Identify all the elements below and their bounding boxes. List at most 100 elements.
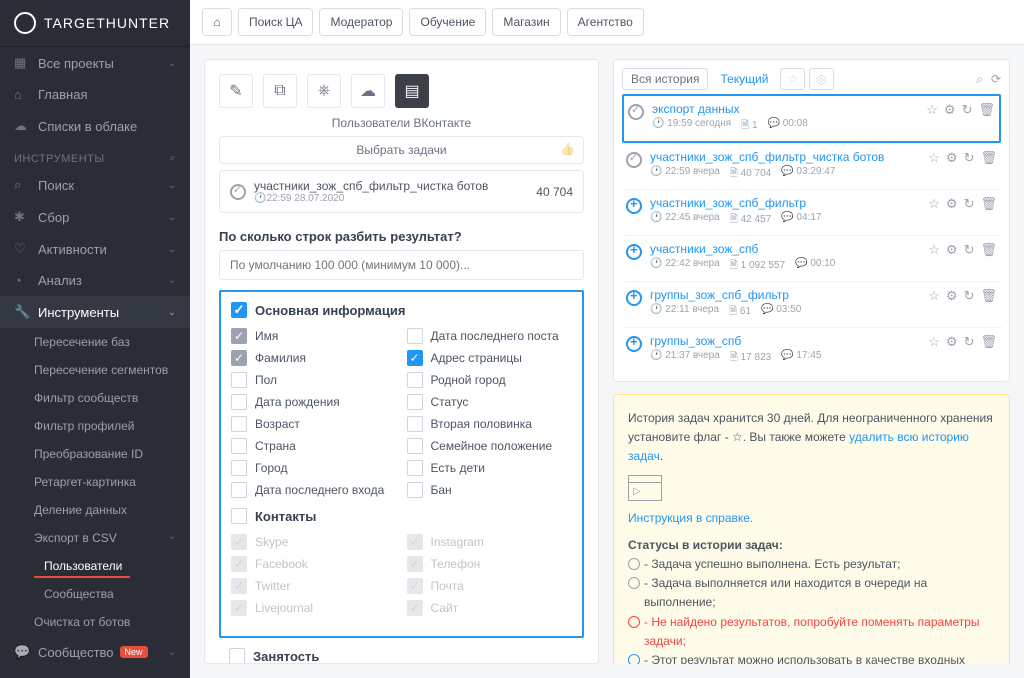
- opt-name[interactable]: ✓Имя: [231, 328, 397, 344]
- copy-icon[interactable]: ⧉: [263, 74, 297, 108]
- tab-shop[interactable]: Магазин: [492, 8, 560, 36]
- trash-icon[interactable]: 🗑: [978, 102, 995, 118]
- opt-lj[interactable]: ✓Livejournal: [231, 600, 397, 616]
- opt-birthday[interactable]: Дата рождения: [231, 394, 397, 410]
- opt-status[interactable]: Статус: [407, 394, 573, 410]
- opt-twitter[interactable]: ✓Twitter: [231, 578, 397, 594]
- refresh-icon[interactable]: ↻: [964, 150, 975, 166]
- opt-country[interactable]: Страна: [231, 438, 397, 454]
- nav-activity[interactable]: ♡Активности⌄: [0, 233, 190, 265]
- refresh-icon[interactable]: ↻: [964, 242, 975, 258]
- select-tasks-button[interactable]: Выбрать задачи 👍: [219, 136, 584, 164]
- settings-icon[interactable]: ⚙: [946, 242, 958, 258]
- refresh-icon[interactable]: ↻: [964, 288, 975, 304]
- checkbox-group[interactable]: [231, 508, 247, 524]
- opt-instagram[interactable]: ✓Instagram: [407, 534, 573, 550]
- link-instructions[interactable]: Инструкция в справке.: [628, 511, 753, 525]
- refresh-icon[interactable]: ↻: [964, 334, 975, 350]
- nav-analysis[interactable]: ◔Анализ⌄: [0, 265, 190, 296]
- nav-projects[interactable]: ▦ Все проекты ⌄: [0, 47, 190, 79]
- refresh-icon[interactable]: ↻: [962, 102, 973, 118]
- sub-filter-profiles[interactable]: Фильтр профилей: [0, 412, 190, 440]
- opt-site[interactable]: ✓Сайт: [407, 600, 573, 616]
- opt-url[interactable]: ✓Адрес страницы: [407, 350, 573, 366]
- nav-community[interactable]: 💬СообществоNew⌄: [0, 636, 190, 668]
- history-item[interactable]: группы_зож_спб_фильтр 🕐 22:11 вчера🗎 61💬…: [622, 281, 1001, 327]
- search-icon[interactable]: ⌕: [976, 72, 983, 87]
- opt-age[interactable]: Возраст: [231, 416, 397, 432]
- edit-icon[interactable]: ✎: [219, 74, 253, 108]
- opt-hometown[interactable]: Родной город: [407, 372, 573, 388]
- refresh-icon[interactable]: ⟳: [991, 72, 1001, 87]
- history-item[interactable]: экспорт данных 🕐 19:59 сегодня🗎 1💬 00:08…: [622, 94, 1001, 143]
- trash-icon[interactable]: 🗑: [980, 150, 997, 166]
- search-icon[interactable]: ⌕: [169, 152, 176, 165]
- settings-icon[interactable]: ⚙: [946, 288, 958, 304]
- star-icon[interactable]: ☆: [928, 196, 940, 212]
- opt-children[interactable]: Есть дети: [407, 460, 573, 476]
- sub-bot-clean[interactable]: Очистка от ботов: [0, 608, 190, 636]
- settings-icon[interactable]: ⚙: [944, 102, 956, 118]
- settings-icon[interactable]: ⚙: [946, 196, 958, 212]
- history-item[interactable]: участники_зож_спб 🕐 22:42 вчера🗎 1 092 5…: [622, 235, 1001, 281]
- tab-search-audience[interactable]: Поиск ЦА: [238, 8, 313, 36]
- opt-email[interactable]: ✓Почта: [407, 578, 573, 594]
- opt-surname[interactable]: ✓Фамилия: [231, 350, 397, 366]
- pin-icon[interactable]: ⎈: [307, 74, 341, 108]
- star-icon[interactable]: ☆: [928, 334, 940, 350]
- tab-current[interactable]: Текущий: [712, 69, 776, 89]
- sub-users[interactable]: Пользователи: [0, 552, 190, 580]
- opt-ban[interactable]: Бан: [407, 482, 573, 498]
- book-icon[interactable]: ▤: [395, 74, 429, 108]
- refresh-icon[interactable]: ↻: [964, 196, 975, 212]
- tab-moderator[interactable]: Модератор: [319, 8, 403, 36]
- target-filter[interactable]: ◎: [809, 68, 833, 90]
- sub-convert-id[interactable]: Преобразование ID: [0, 440, 190, 468]
- opt-facebook[interactable]: ✓Facebook: [231, 556, 397, 572]
- sub-retarget-pic[interactable]: Ретаргет-картинка: [0, 468, 190, 496]
- nav-collect[interactable]: ✱Сбор⌄: [0, 201, 190, 233]
- star-icon[interactable]: ☆: [928, 242, 940, 258]
- opt-partner[interactable]: Вторая половинка: [407, 416, 573, 432]
- history-item[interactable]: группы_зож_спб 🕐 21:37 вчера🗎 17 823💬 17…: [622, 327, 1001, 373]
- source-task[interactable]: участники_зож_спб_фильтр_чистка ботов 🕐2…: [219, 170, 584, 213]
- logo[interactable]: TARGETHUNTER: [0, 0, 190, 47]
- settings-icon[interactable]: ⚙: [946, 150, 958, 166]
- star-icon[interactable]: ☆: [926, 102, 938, 118]
- trash-icon[interactable]: 🗑: [980, 242, 997, 258]
- tab-learning[interactable]: Обучение: [409, 8, 486, 36]
- trash-icon[interactable]: 🗑: [980, 288, 997, 304]
- checkbox-group[interactable]: ✓: [231, 302, 247, 318]
- tab-all-history[interactable]: Вся история: [622, 68, 708, 90]
- nav-cloud[interactable]: ☁Списки в облаке: [0, 110, 190, 142]
- star-icon[interactable]: ☆: [928, 150, 940, 166]
- star-icon[interactable]: ☆: [928, 288, 940, 304]
- sub-export-csv[interactable]: Экспорт в CSV⌄: [0, 524, 190, 552]
- history-item[interactable]: участники_зож_спб_фильтр_чистка ботов 🕐 …: [622, 143, 1001, 189]
- opt-lastseen[interactable]: Дата последнего входа: [231, 482, 397, 498]
- nav-search[interactable]: ⌕Поиск⌄: [0, 169, 190, 201]
- opt-lastpost[interactable]: Дата последнего поста: [407, 328, 573, 344]
- opt-city[interactable]: Город: [231, 460, 397, 476]
- sub-filter-groups[interactable]: Фильтр сообществ: [0, 384, 190, 412]
- trash-icon[interactable]: 🗑: [980, 196, 997, 212]
- opt-skype[interactable]: ✓Skype: [231, 534, 397, 550]
- opt-phone[interactable]: ✓Телефон: [407, 556, 573, 572]
- nav-tools[interactable]: 🔧Инструменты⌄: [0, 296, 190, 328]
- sub-intersect-segments[interactable]: Пересечение сегментов: [0, 356, 190, 384]
- checkbox-group[interactable]: [229, 648, 245, 664]
- cloud-upload-icon[interactable]: ☁: [351, 74, 385, 108]
- sub-communities[interactable]: Сообщества: [0, 580, 190, 608]
- sub-intersect-bases[interactable]: Пересечение баз: [0, 328, 190, 356]
- trash-icon[interactable]: 🗑: [980, 334, 997, 350]
- nav-main[interactable]: ⌂Главная: [0, 79, 190, 110]
- opt-marital[interactable]: Семейное положение: [407, 438, 573, 454]
- home-button[interactable]: ⌂: [202, 8, 232, 36]
- history-item[interactable]: участники_зож_спб_фильтр 🕐 22:45 вчера🗎 …: [622, 189, 1001, 235]
- settings-icon[interactable]: ⚙: [946, 334, 958, 350]
- star-filter[interactable]: ☆: [780, 68, 805, 90]
- opt-gender[interactable]: Пол: [231, 372, 397, 388]
- split-input[interactable]: [219, 250, 584, 280]
- tab-agency[interactable]: Агентство: [567, 8, 644, 36]
- sub-split-data[interactable]: Деление данных: [0, 496, 190, 524]
